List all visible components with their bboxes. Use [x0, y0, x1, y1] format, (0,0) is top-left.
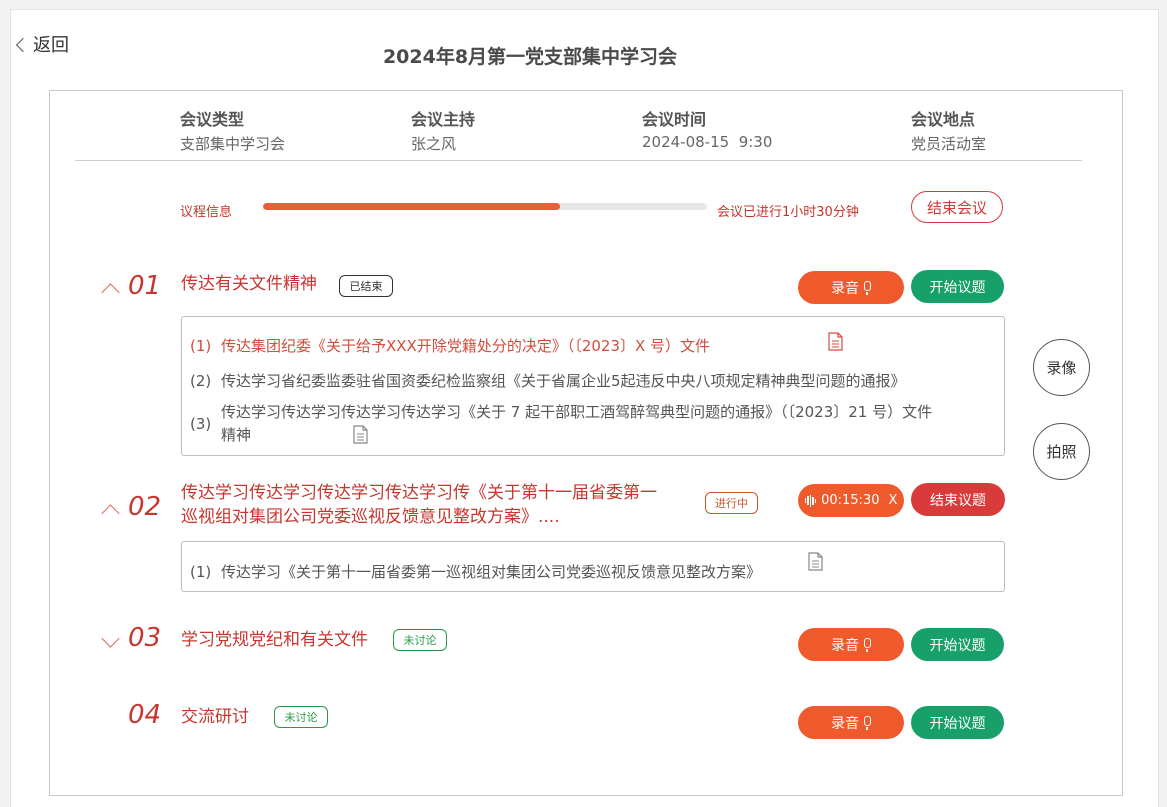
info-label: 会议主持	[411, 110, 476, 129]
document-index: (3)	[190, 415, 212, 433]
start-topic-button[interactable]: 开始议题	[911, 628, 1004, 661]
agenda-title: 交流研讨	[181, 707, 249, 727]
end-topic-button[interactable]: 结束议题	[911, 483, 1005, 516]
agenda-number: 04	[128, 700, 162, 730]
document-item[interactable]: (1) 传达学习《关于第十一届省委第一巡视组对集团公司党委巡视反馈意见整改方案》	[190, 561, 810, 583]
info-label: 会议地点	[911, 110, 976, 129]
document-title: 传达学习《关于第十一届省委第一巡视组对集团公司党委巡视反馈意见整改方案》	[221, 563, 762, 581]
agenda-number: 02	[128, 492, 162, 522]
document-title: 传达学习省纪委监委驻省国资委纪检监察组《关于省属企业5起违反中央八项规定精神典型…	[221, 372, 906, 390]
document-index: (1)	[190, 563, 212, 581]
record-label: 录音	[831, 637, 859, 654]
document-item[interactable]: (2) 传达学习省纪委监委驻省国资委纪检监察组《关于省属企业5起违反中央八项规定…	[190, 370, 990, 392]
document-title: 传达集团纪委《关于给予XXX开除党籍处分的决定》（〔2023〕X 号）文件	[221, 337, 711, 355]
document-file-icon[interactable]	[808, 552, 823, 571]
document-file-icon[interactable]	[353, 425, 368, 444]
end-meeting-button[interactable]: 结束会议	[911, 191, 1003, 223]
info-location: 会议地点 党员活动室	[911, 106, 986, 154]
mic-icon	[864, 715, 871, 730]
info-value: 支部集中学习会	[180, 135, 286, 153]
document-file-icon[interactable]	[828, 332, 843, 351]
info-host: 会议主持 张之风	[411, 106, 475, 154]
document-index: (1)	[190, 337, 212, 355]
video-record-button[interactable]: 录像	[1033, 339, 1090, 396]
agenda-number: 03	[128, 623, 162, 653]
info-time: 会议时间 2024-08-15 9:30	[642, 106, 772, 151]
status-badge: 未讨论	[274, 706, 328, 728]
page-title: 2024年8月第一党支部集中学习会	[382, 46, 678, 68]
info-label: 会议时间	[642, 110, 707, 129]
record-button[interactable]: 录音	[798, 706, 904, 739]
sound-wave-icon	[804, 494, 817, 507]
document-item[interactable]: (3) 传达学习传达学习传达学习传达学习《关于 7 起干部职工酒驾醉驾典型问题的…	[190, 401, 990, 447]
recording-timer: 00:15:30 X	[798, 484, 904, 517]
info-value: 2024-08-15 9:30	[642, 133, 773, 151]
mic-icon	[864, 637, 871, 652]
stop-recording-icon[interactable]: X	[888, 493, 897, 508]
record-label: 录音	[831, 280, 859, 297]
progress-bar	[263, 203, 707, 210]
divider	[75, 160, 1082, 161]
info-meeting-type: 会议类型 支部集中学习会	[180, 106, 285, 154]
record-button[interactable]: 录音	[798, 271, 904, 304]
agenda-title: 传达学习传达学习传达学习传达学习传《关于第十一届省委第一	[181, 483, 657, 503]
mic-icon	[864, 280, 871, 295]
progress-status: 会议已进行1小时30分钟	[717, 205, 859, 220]
document-item[interactable]: (1) 传达集团纪委《关于给予XXX开除党籍处分的决定》（〔2023〕X 号）文…	[190, 335, 790, 357]
agenda-number: 01	[128, 271, 162, 301]
info-value: 张之风	[411, 135, 457, 153]
status-badge: 未讨论	[393, 629, 447, 651]
info-value: 党员活动室	[911, 135, 987, 153]
timer-value: 00:15:30	[821, 493, 880, 508]
progress-label: 议程信息	[180, 205, 233, 220]
document-title: 传达学习传达学习传达学习传达学习《关于 7 起干部职工酒驾醉驾典型问题的通报》（…	[221, 403, 933, 421]
document-index: (2)	[190, 372, 212, 390]
record-label: 录音	[831, 715, 859, 732]
start-topic-button[interactable]: 开始议题	[911, 706, 1004, 739]
progress-fill	[263, 203, 561, 210]
start-topic-button[interactable]: 开始议题	[911, 270, 1004, 303]
status-badge: 进行中	[705, 492, 758, 514]
agenda-title-cont: 巡视组对集团公司党委巡视反馈意见整改方案》....	[181, 507, 560, 527]
status-badge: 已结束	[339, 275, 393, 297]
take-photo-button[interactable]: 拍照	[1033, 423, 1090, 480]
document-title-cont: 精神	[221, 426, 252, 444]
info-label: 会议类型	[180, 110, 245, 129]
record-button[interactable]: 录音	[798, 628, 904, 661]
agenda-title: 传达有关文件精神	[181, 274, 317, 294]
agenda-title: 学习党规党纪和有关文件	[181, 630, 368, 650]
